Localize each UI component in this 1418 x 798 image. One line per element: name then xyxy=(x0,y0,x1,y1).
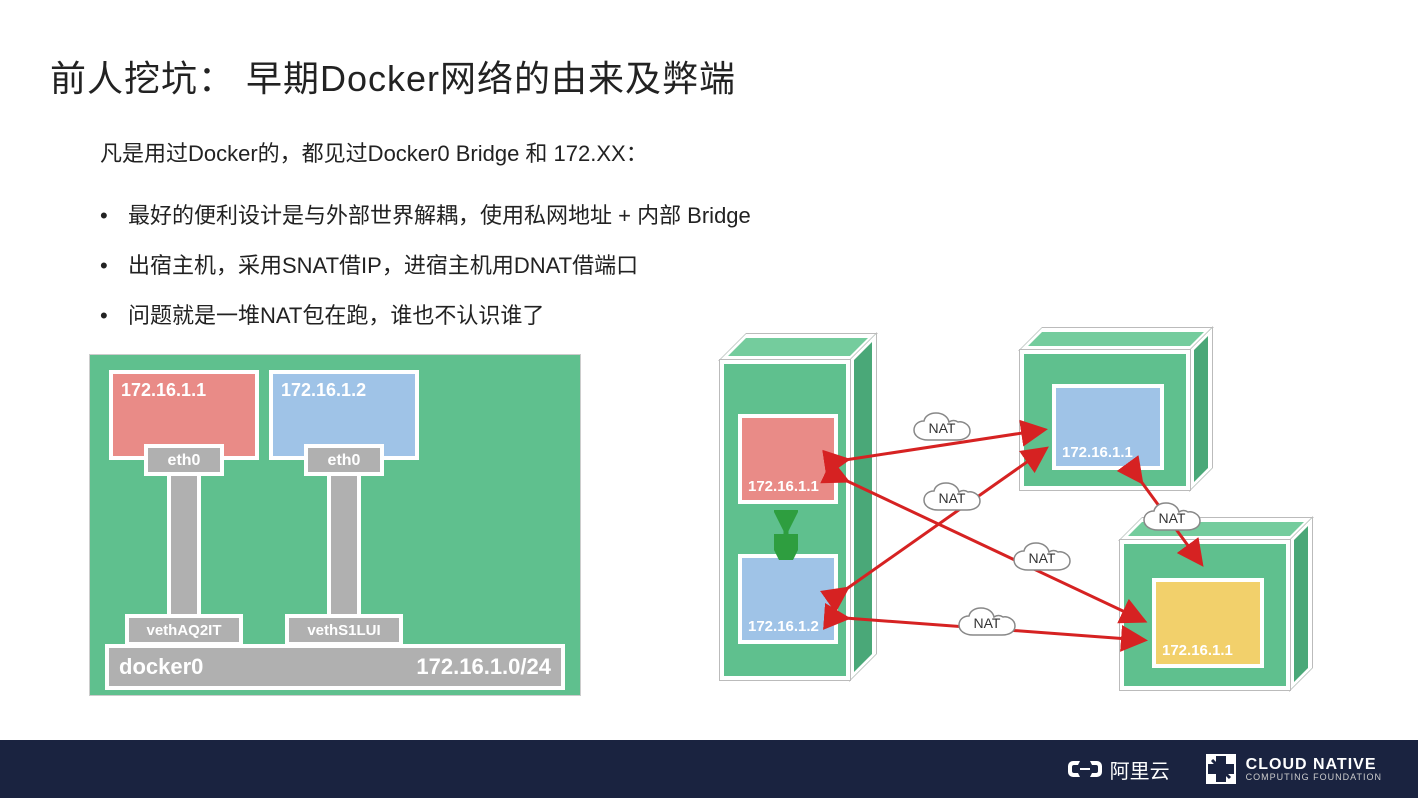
bridge-subnet: 172.16.1.0/24 xyxy=(416,654,551,680)
cncf-text-2: COMPUTING FOUNDATION xyxy=(1246,773,1382,782)
slide-title: 前人挖坑： 早期Docker网络的由来及弊端 xyxy=(50,50,736,102)
internal-arrow-icon xyxy=(774,510,798,560)
aliyun-icon xyxy=(1068,757,1102,781)
nat-topology-diagram: 172.16.1.1 172.16.1.2 172.16.1.1 172.16.… xyxy=(720,350,1360,720)
cncf-icon xyxy=(1206,754,1236,784)
nat-cloud: NAT xyxy=(1140,500,1204,536)
pod-a2: 172.16.1.2 xyxy=(738,554,838,644)
nat-cloud: NAT xyxy=(920,480,984,516)
bullet-item: 问题就是一堆NAT包在跑，谁也不认识谁了 xyxy=(100,298,751,330)
aliyun-text: 阿里云 xyxy=(1110,755,1170,784)
docker0-bridge: docker0 172.16.1.0/24 xyxy=(105,644,565,690)
eth0-label: eth0 xyxy=(304,444,384,476)
veth-label: vethS1LUI xyxy=(285,614,403,646)
pod-c1: 172.16.1.1 xyxy=(1152,578,1264,668)
host-c: 172.16.1.1 xyxy=(1120,540,1290,690)
cncf-logo: CLOUD NATIVE COMPUTING FOUNDATION xyxy=(1206,754,1382,784)
bullet-list: 最好的便利设计是与外部世界解耦，使用私网地址 + 内部 Bridge 出宿主机，… xyxy=(100,180,751,330)
nat-cloud: NAT xyxy=(955,605,1019,641)
footer-bar: 阿里云 CLOUD NATIVE COMPUTING FOUNDATION xyxy=(0,740,1418,798)
bullet-item: 出宿主机，采用SNAT借IP，进宿主机用DNAT借端口 xyxy=(100,248,751,280)
veth-label: vethAQ2IT xyxy=(125,614,243,646)
eth0-label: eth0 xyxy=(144,444,224,476)
cncf-text-1: CLOUD NATIVE xyxy=(1246,757,1382,773)
nat-cloud: NAT xyxy=(1010,540,1074,576)
veth-pipe xyxy=(167,476,201,616)
pod-b1: 172.16.1.1 xyxy=(1052,384,1164,470)
veth-pipe xyxy=(327,476,361,616)
intro-text: 凡是用过Docker的，都见过Docker0 Bridge 和 172.XX： xyxy=(100,136,648,168)
docker-bridge-diagram: 172.16.1.1 172.16.1.2 eth0 eth0 vethAQ2I… xyxy=(85,350,585,700)
bullet-item: 最好的便利设计是与外部世界解耦，使用私网地址 + 内部 Bridge xyxy=(100,198,751,230)
nat-cloud: NAT xyxy=(910,410,974,446)
bridge-name: docker0 xyxy=(119,654,203,680)
host-b: 172.16.1.1 xyxy=(1020,350,1190,490)
aliyun-logo: 阿里云 xyxy=(1068,755,1170,784)
pod-a1: 172.16.1.1 xyxy=(738,414,838,504)
